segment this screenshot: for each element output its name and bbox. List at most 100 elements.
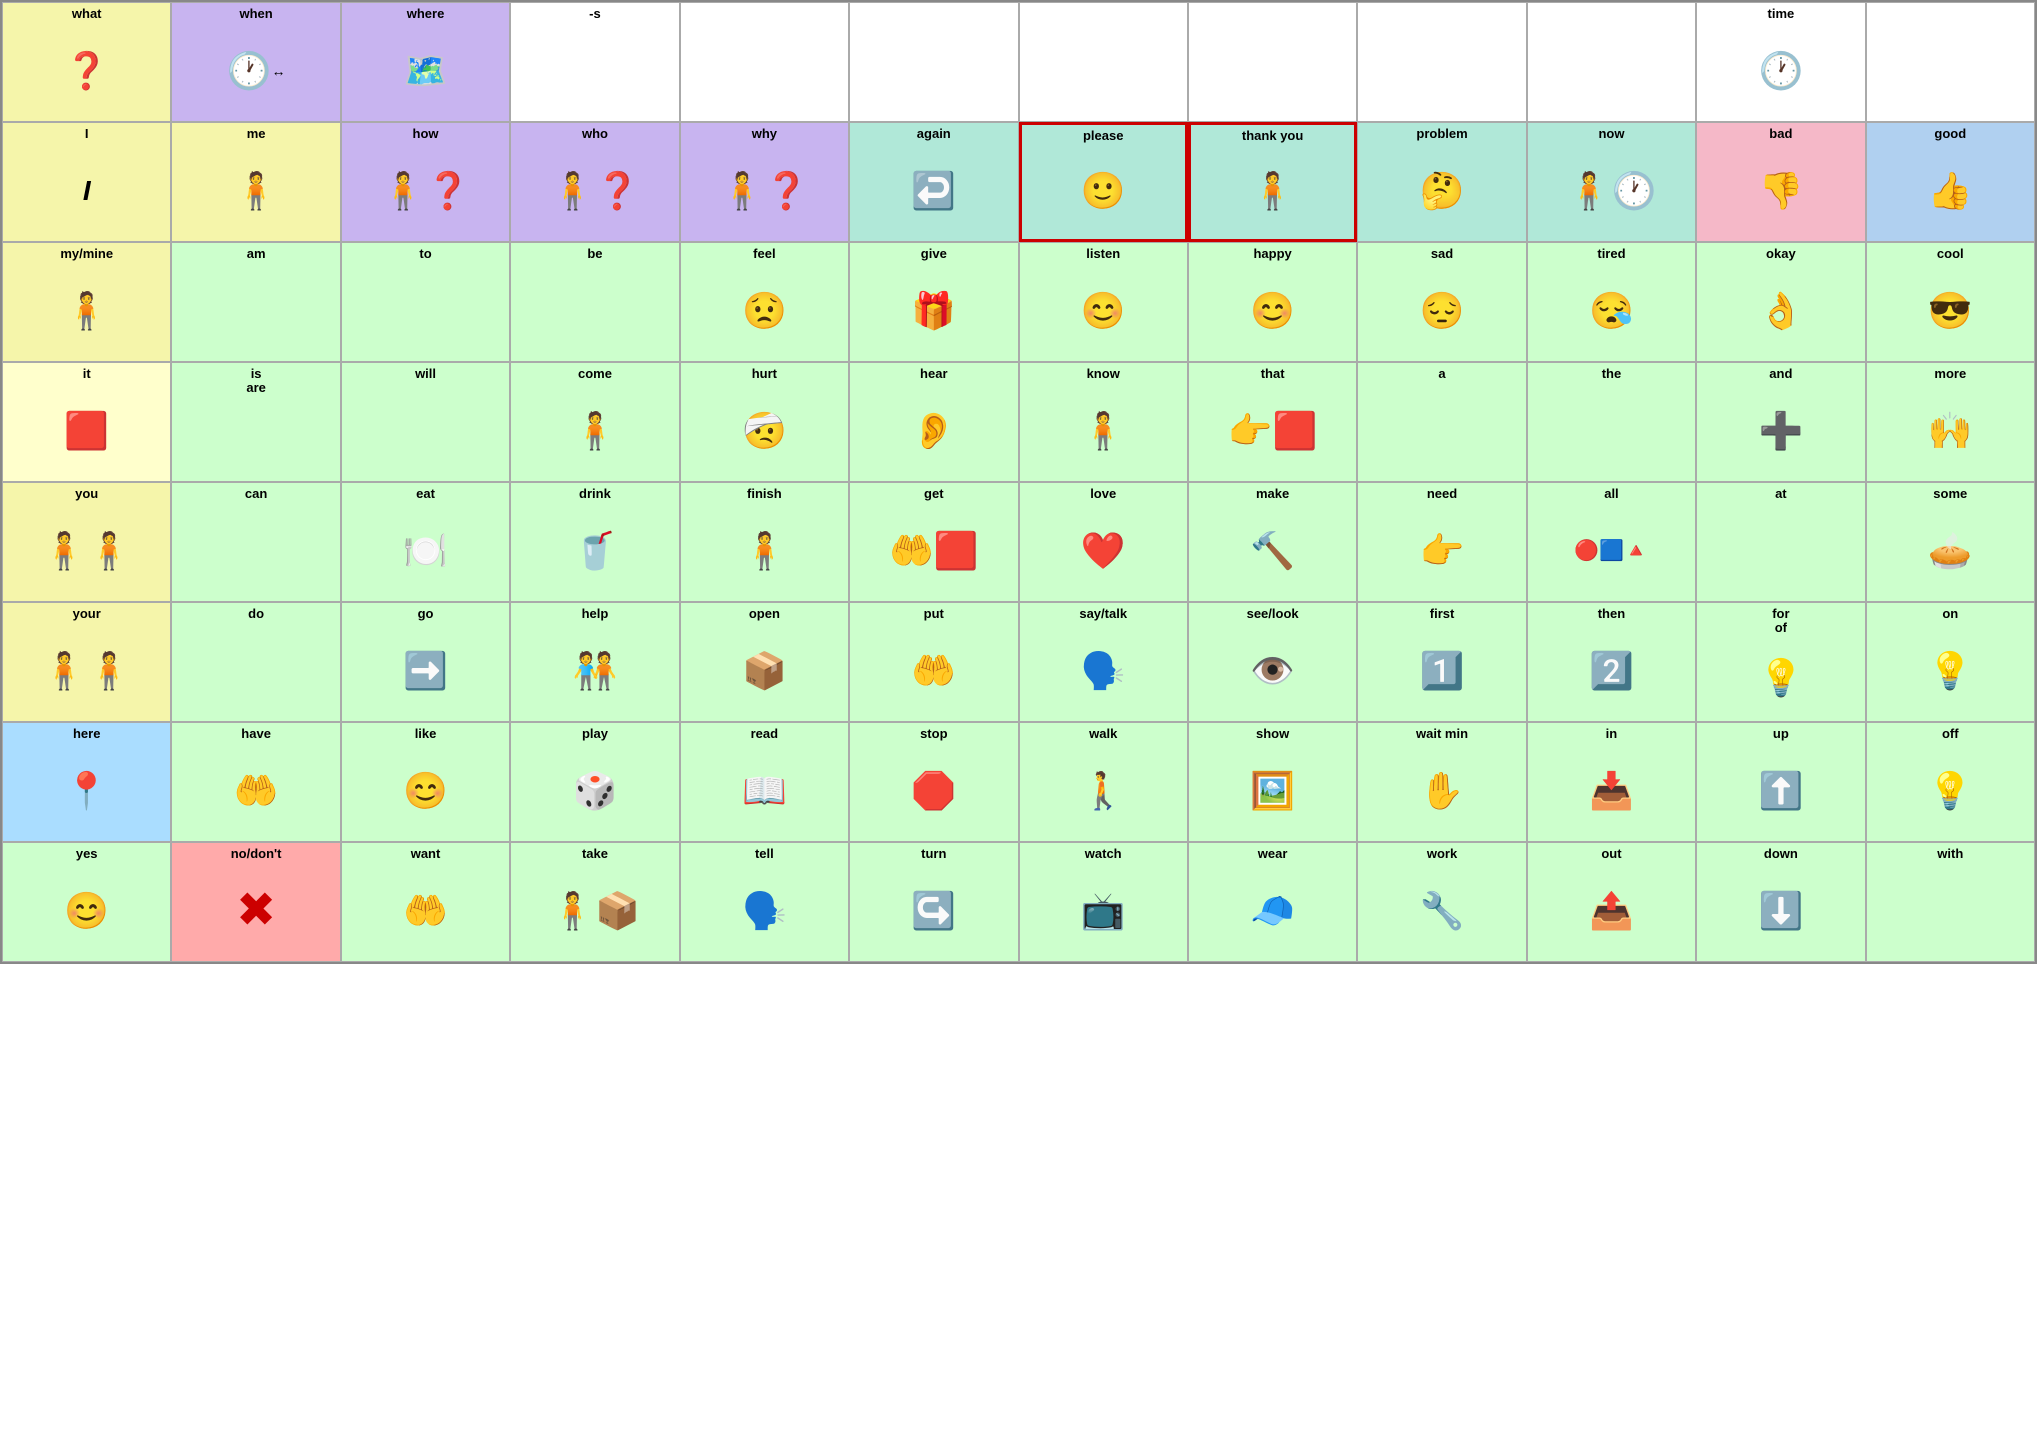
icon-put: 🤲	[911, 623, 956, 719]
cell-out[interactable]: out 📤	[1527, 842, 1696, 962]
cell-hear[interactable]: hear 👂	[849, 362, 1018, 482]
cell-go[interactable]: go ➡️	[341, 602, 510, 722]
cell-that[interactable]: that 👉🟥	[1188, 362, 1357, 482]
cell-make[interactable]: make 🔨	[1188, 482, 1357, 602]
cell-how[interactable]: how 🧍❓	[341, 122, 510, 242]
cell-first[interactable]: first 1️⃣	[1357, 602, 1526, 722]
cell-who[interactable]: who 🧍❓	[510, 122, 679, 242]
cell-a[interactable]: a	[1357, 362, 1526, 482]
cell-me[interactable]: me 🧍	[171, 122, 340, 242]
cell-again[interactable]: again ↩️	[849, 122, 1018, 242]
cell-mymine[interactable]: my/mine 🧍	[2, 242, 171, 362]
cell-put[interactable]: put 🤲	[849, 602, 1018, 722]
cell-all[interactable]: all 🔴🟦🔺	[1527, 482, 1696, 602]
cell-know[interactable]: know 🧍	[1019, 362, 1188, 482]
cell-please[interactable]: please 🙂	[1019, 122, 1188, 242]
cell-stop[interactable]: stop 🛑	[849, 722, 1018, 842]
cell-love[interactable]: love ❤️	[1019, 482, 1188, 602]
cell-I[interactable]: I I	[2, 122, 171, 242]
cell-no-dont[interactable]: no/don't ✖	[171, 842, 340, 962]
cell-on[interactable]: on 💡	[1866, 602, 2035, 722]
cell-come[interactable]: come 🧍	[510, 362, 679, 482]
cell-open[interactable]: open 📦	[680, 602, 849, 722]
cell-up[interactable]: up ⬆️	[1696, 722, 1865, 842]
cell-the[interactable]: the	[1527, 362, 1696, 482]
label-a: a	[1438, 367, 1445, 381]
cell-now[interactable]: now 🧍🕐	[1527, 122, 1696, 242]
cell-to[interactable]: to	[341, 242, 510, 362]
label-walk: walk	[1089, 727, 1117, 741]
cell-do[interactable]: do	[171, 602, 340, 722]
cell-need[interactable]: need 👉	[1357, 482, 1526, 602]
cell-it[interactable]: it 🟥	[2, 362, 171, 482]
cell-your[interactable]: your 🧍🧍	[2, 602, 171, 722]
cell-tired[interactable]: tired 😪	[1527, 242, 1696, 362]
cell-why[interactable]: why 🧍❓	[680, 122, 849, 242]
cell-what[interactable]: what ❓	[2, 2, 171, 122]
cell-will[interactable]: will	[341, 362, 510, 482]
cell-give[interactable]: give 🎁	[849, 242, 1018, 362]
cell-with[interactable]: with	[1866, 842, 2035, 962]
cell-empty-r0c7	[1188, 2, 1357, 122]
cell-wait-min[interactable]: wait min ✋	[1357, 722, 1526, 842]
cell-yes[interactable]: yes 😊	[2, 842, 171, 962]
label-first: first	[1430, 607, 1455, 621]
cell-get[interactable]: get 🤲🟥	[849, 482, 1018, 602]
cell-at[interactable]: at	[1696, 482, 1865, 602]
cell-see-look[interactable]: see/look 👁️	[1188, 602, 1357, 722]
cell-feel[interactable]: feel 😟	[680, 242, 849, 362]
cell-is-are[interactable]: is are	[171, 362, 340, 482]
cell-and[interactable]: and ➕	[1696, 362, 1865, 482]
cell-hurt[interactable]: hurt 🤕	[680, 362, 849, 482]
cell-here[interactable]: here 📍	[2, 722, 171, 842]
cell-say-talk[interactable]: say/talk 🗣️	[1019, 602, 1188, 722]
cell-problem[interactable]: problem 🤔	[1357, 122, 1526, 242]
cell-show[interactable]: show 🖼️	[1188, 722, 1357, 842]
cell-wear[interactable]: wear 🧢	[1188, 842, 1357, 962]
cell-time[interactable]: time 🕐	[1696, 2, 1865, 122]
cell-sad[interactable]: sad 😔	[1357, 242, 1526, 362]
icon-tell: 🗣️	[742, 863, 787, 959]
cell-thank-you[interactable]: thank you 🧍	[1188, 122, 1357, 242]
cell-tell[interactable]: tell 🗣️	[680, 842, 849, 962]
cell-cool[interactable]: cool 😎	[1866, 242, 2035, 362]
cell-be[interactable]: be	[510, 242, 679, 362]
cell-eat[interactable]: eat 🍽️	[341, 482, 510, 602]
cell-walk[interactable]: walk 🚶	[1019, 722, 1188, 842]
cell-you[interactable]: you 🧍🧍	[2, 482, 171, 602]
label-turn: turn	[921, 847, 946, 861]
cell-play[interactable]: play 🎲	[510, 722, 679, 842]
icon-up: ⬆️	[1758, 743, 1803, 839]
cell-happy[interactable]: happy 😊	[1188, 242, 1357, 362]
cell-suffix-s[interactable]: -s	[510, 2, 679, 122]
cell-more[interactable]: more 🙌	[1866, 362, 2035, 482]
cell-off[interactable]: off 💡	[1866, 722, 2035, 842]
cell-like[interactable]: like 😊	[341, 722, 510, 842]
cell-turn[interactable]: turn ↪️	[849, 842, 1018, 962]
cell-am[interactable]: am	[171, 242, 340, 362]
cell-read[interactable]: read 📖	[680, 722, 849, 842]
cell-when[interactable]: when 🕐↔	[171, 2, 340, 122]
label-eat: eat	[416, 487, 435, 501]
cell-finish[interactable]: finish 🧍	[680, 482, 849, 602]
cell-some[interactable]: some 🥧	[1866, 482, 2035, 602]
cell-good[interactable]: good 👍	[1866, 122, 2035, 242]
cell-for-of[interactable]: for of 💡	[1696, 602, 1865, 722]
cell-have[interactable]: have 🤲	[171, 722, 340, 842]
cell-okay[interactable]: okay 👌	[1696, 242, 1865, 362]
label-want: want	[411, 847, 441, 861]
cell-can[interactable]: can	[171, 482, 340, 602]
cell-down[interactable]: down ⬇️	[1696, 842, 1865, 962]
cell-watch[interactable]: watch 📺	[1019, 842, 1188, 962]
cell-listen[interactable]: listen 😊	[1019, 242, 1188, 362]
cell-in[interactable]: in 📥	[1527, 722, 1696, 842]
cell-bad[interactable]: bad 👎	[1696, 122, 1865, 242]
cell-work[interactable]: work 🔧	[1357, 842, 1526, 962]
cell-drink[interactable]: drink 🥤	[510, 482, 679, 602]
cell-take[interactable]: take 🧍📦	[510, 842, 679, 962]
cell-help[interactable]: help 🧑‍🤝‍🧑	[510, 602, 679, 722]
cell-where[interactable]: where 🗺️	[341, 2, 510, 122]
cell-want[interactable]: want 🤲	[341, 842, 510, 962]
cell-then[interactable]: then 2️⃣	[1527, 602, 1696, 722]
label-happy: happy	[1253, 247, 1291, 261]
